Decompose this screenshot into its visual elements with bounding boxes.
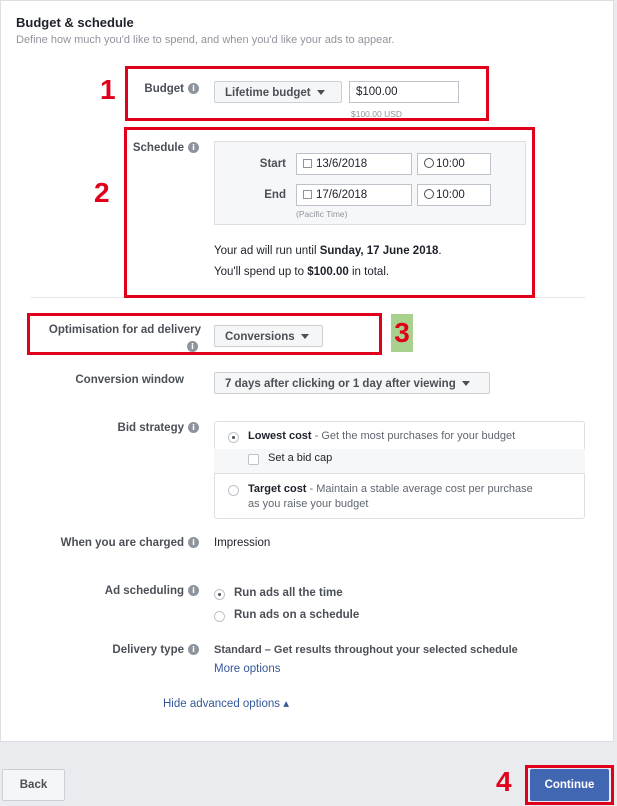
charged-value: Impression	[214, 537, 271, 549]
delivery-type-label-text: Delivery type	[112, 644, 184, 656]
charged-label: When you are charged i	[41, 537, 199, 549]
conversion-window-dropdown[interactable]: 7 days after clicking or 1 day after vie…	[214, 372, 490, 394]
annotation-box-optimisation	[27, 313, 382, 355]
ad-scheduling-label-text: Ad scheduling	[104, 585, 184, 597]
bid-strategy-label-text: Bid strategy	[117, 422, 184, 434]
delivery-type-label: Delivery type i	[41, 644, 199, 656]
continue-button[interactable]: Continue	[530, 769, 609, 801]
annotation-box-budget	[125, 66, 489, 121]
hide-advanced-options-link[interactable]: Hide advanced options ▴	[163, 696, 289, 710]
lowest-cost-radio[interactable]	[228, 432, 239, 443]
bid-cap-checkbox[interactable]	[248, 454, 259, 465]
info-icon[interactable]: i	[188, 422, 199, 434]
annotation-number-3: 3	[391, 314, 413, 352]
run-on-schedule-radio[interactable]	[214, 611, 225, 622]
section-title: Budget & schedule	[16, 15, 134, 30]
back-button[interactable]: Back	[2, 769, 65, 801]
annotation-number-2: 2	[94, 177, 110, 208]
info-icon[interactable]: i	[188, 644, 199, 656]
bid-strategy-label: Bid strategy i	[41, 422, 199, 434]
more-options-link[interactable]: More options	[214, 663, 280, 675]
target-cost-desc-1: - Maintain a stable average cost per pur…	[306, 483, 533, 495]
annotation-number-4: 4	[496, 766, 512, 797]
conversion-window-value: 7 days after clicking or 1 day after vie…	[225, 378, 456, 390]
target-cost-desc-2: as you raise your budget	[248, 498, 369, 510]
annotation-number-1: 1	[100, 74, 116, 105]
lowest-cost-title: Lowest cost	[248, 430, 312, 442]
info-icon[interactable]: i	[188, 537, 199, 549]
bid-cap-label: Set a bid cap	[268, 452, 333, 464]
lowest-cost-desc: - Get the most purchases for your budget	[311, 430, 516, 442]
lowest-cost-option[interactable]: Lowest cost - Get the most purchases for…	[248, 430, 515, 442]
target-cost-option[interactable]: Target cost - Maintain a stable average …	[248, 483, 533, 495]
target-cost-radio[interactable]	[228, 485, 239, 496]
caret-down-icon	[461, 381, 470, 387]
run-all-time-radio[interactable]	[214, 589, 225, 600]
ad-scheduling-label: Ad scheduling i	[41, 585, 199, 597]
charged-label-text: When you are charged	[60, 537, 184, 549]
bid-divider	[214, 473, 585, 474]
delivery-type-value: Standard – Get results throughout your s…	[214, 644, 518, 656]
run-all-time-label[interactable]: Run ads all the time	[234, 587, 343, 599]
info-icon[interactable]: i	[188, 585, 199, 597]
section-subtitle: Define how much you'd like to spend, and…	[16, 34, 395, 46]
target-cost-title: Target cost	[248, 483, 307, 495]
annotation-box-schedule	[124, 127, 535, 298]
run-on-schedule-label[interactable]: Run ads on a schedule	[234, 609, 359, 621]
conversion-window-label: Conversion window	[75, 374, 184, 386]
